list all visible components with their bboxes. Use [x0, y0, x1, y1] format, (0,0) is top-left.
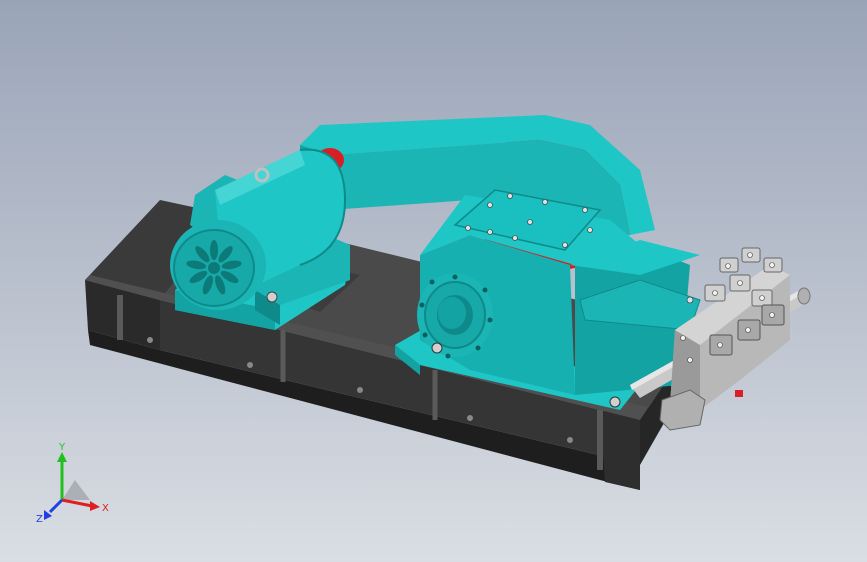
pump-assembly-model[interactable] [0, 0, 867, 562]
x-axis-line [61, 498, 93, 508]
y-axis-label: Y [58, 442, 66, 453]
z-axis-label: Z [36, 514, 43, 525]
graphics-viewport[interactable]: Y X Z [0, 0, 867, 562]
y-axis-arrow [57, 452, 67, 462]
x-axis-arrow [90, 501, 100, 511]
z-axis-line [48, 498, 64, 514]
x-axis-label: X [102, 503, 109, 514]
axis-triad: Y X Z [36, 442, 109, 525]
